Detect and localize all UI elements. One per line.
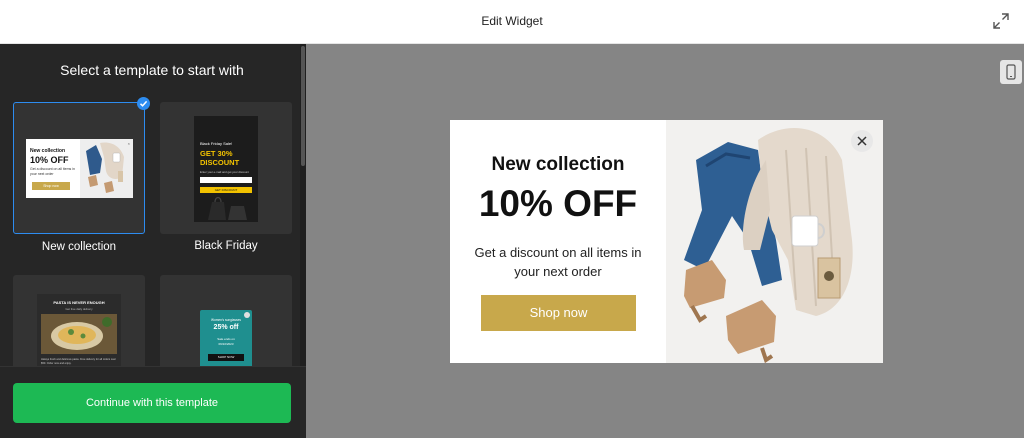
- popup-preview: New collection 10% OFF Get a discount on…: [450, 120, 883, 363]
- thumb-desc: Enter your e-mail and get your discount: [200, 170, 249, 174]
- thumb-bags-image: [208, 196, 247, 220]
- thumb-date: 09/10/2023: [218, 342, 234, 346]
- shop-now-button[interactable]: Shop now: [481, 295, 636, 331]
- thumb-desc: Get a discount on all items in your next…: [30, 167, 75, 176]
- popup-content: New collection 10% OFF Get a discount on…: [450, 120, 666, 363]
- popup-image: [666, 120, 883, 363]
- thumb-button: Shop now: [32, 182, 70, 190]
- thumb-email-field: [200, 177, 252, 183]
- template-thumbnail: New collection 10% OFF Get a discount on…: [26, 139, 133, 198]
- selected-check-icon: [137, 97, 150, 110]
- thumb-desc: Sale ends on: [217, 337, 235, 341]
- thumb-kicker: Women's sunglasses: [211, 318, 241, 322]
- continue-button[interactable]: Continue with this template: [13, 383, 291, 423]
- thumb-kicker: Black Friday Sale!: [200, 141, 233, 146]
- template-card-black-friday[interactable]: Black Friday Sale! GET 30% DISCOUNT Ente…: [160, 102, 292, 252]
- thumb-desc: Always fresh and delicious pasta. Free d…: [41, 358, 116, 365]
- thumb-big: 10% OFF: [30, 155, 69, 165]
- thumb-button: GET DISCOUNT: [200, 187, 252, 193]
- page-title: Edit Widget: [481, 14, 543, 28]
- preview-canvas: New collection 10% OFF Get a discount on…: [306, 44, 1024, 438]
- template-thumbnail: Women's sunglasses 25% off Sale ends on …: [200, 310, 252, 370]
- popup-discount: 10% OFF: [478, 183, 638, 224]
- thumb-clothes-image: [80, 139, 133, 198]
- popup-title: New collection: [491, 154, 625, 175]
- sidebar-heading: Select a template to start with: [60, 62, 244, 78]
- template-label: New collection: [41, 241, 117, 253]
- thumb-big: DISCOUNT: [200, 158, 240, 167]
- mobile-device-icon[interactable]: [1000, 60, 1022, 84]
- thumb-big: GET 30%: [200, 149, 233, 158]
- popup-description: Get a discount on all items in your next…: [474, 245, 642, 279]
- thumb-subtitle: Get free daily delivery: [65, 307, 93, 311]
- thumb-title: PASTA IS NEVER ENOUGH: [53, 300, 105, 305]
- template-thumbnail: Black Friday Sale! GET 30% DISCOUNT Ente…: [194, 116, 258, 222]
- thumb-title: New collection: [30, 148, 66, 154]
- template-card-new-collection[interactable]: New collection 10% OFF Get a discount on…: [13, 97, 150, 253]
- template-label: Black Friday: [194, 240, 258, 252]
- thumb-pasta-image: [41, 314, 117, 354]
- clothes-flatlay-image: [666, 120, 883, 363]
- template-sidebar: Select a template to start with New coll…: [0, 44, 306, 438]
- close-icon[interactable]: [851, 130, 873, 152]
- thumb-big: 25% off: [213, 324, 239, 331]
- expand-icon[interactable]: [992, 12, 1010, 30]
- thumb-button: SHOP NOW: [208, 354, 244, 361]
- top-bar: Edit Widget: [0, 0, 1024, 44]
